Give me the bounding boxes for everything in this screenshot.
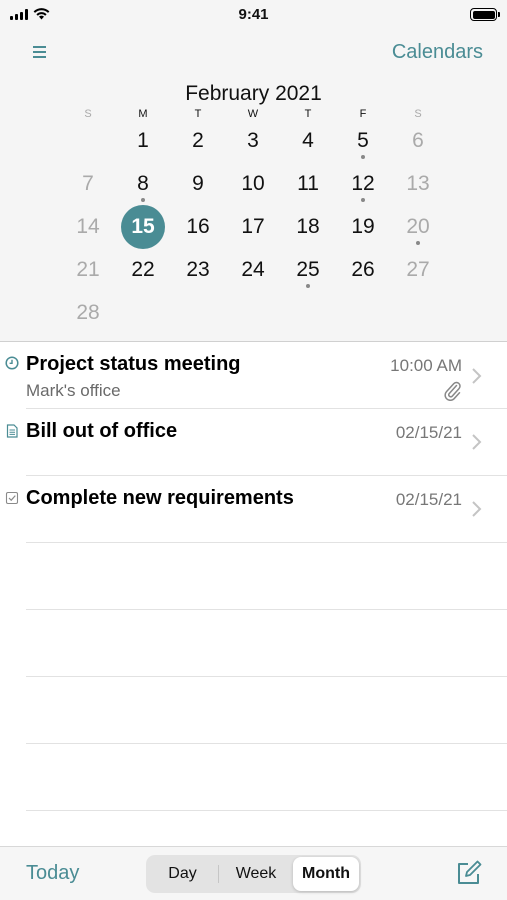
battery-icon	[470, 8, 500, 21]
day-cell[interactable]: 17	[231, 205, 275, 249]
row-divider	[26, 743, 507, 744]
row-divider	[26, 475, 507, 476]
event-indicator-dot	[141, 198, 145, 202]
event-indicator-dot	[306, 284, 310, 288]
day-cell[interactable]: 16	[176, 205, 220, 249]
weekday-label: S	[84, 108, 92, 120]
clock-icon	[5, 356, 19, 370]
event-row[interactable]: Complete new requirements 02/15/21	[0, 477, 507, 544]
event-time: 02/15/21	[395, 423, 462, 442]
day-cell[interactable]: 6	[396, 119, 440, 163]
note-icon	[6, 424, 18, 438]
row-divider	[26, 408, 507, 409]
selected-day-cell[interactable]: 15	[121, 205, 165, 249]
day-cell[interactable]: 11	[286, 162, 330, 206]
chevron-right-icon	[472, 501, 482, 517]
bottom-toolbar: Today Day Week Month	[0, 846, 507, 900]
event-indicator-dot	[361, 155, 365, 159]
calendars-button[interactable]: Calendars	[392, 41, 483, 64]
day-cell[interactable]: 1	[121, 119, 165, 163]
event-row[interactable]: Project status meeting Mark's office 10:…	[0, 343, 507, 410]
segment-month[interactable]: Month	[293, 857, 359, 891]
calendar-header: 9:41 Calendars February 2021 SMTWTFS 123…	[0, 0, 507, 342]
day-cell[interactable]: 9	[176, 162, 220, 206]
day-cell[interactable]: 14	[66, 205, 110, 249]
event-indicator-dot	[361, 198, 365, 202]
day-cell[interactable]: 21	[66, 248, 110, 292]
month-title: February 2021	[185, 82, 322, 105]
event-row[interactable]: Bill out of office 02/15/21	[0, 410, 507, 477]
day-cell[interactable]: 24	[231, 248, 275, 292]
day-cell[interactable]: 22	[121, 248, 165, 292]
compose-icon[interactable]	[455, 859, 483, 887]
day-cell[interactable]: 18	[286, 205, 330, 249]
checkbox-icon	[5, 491, 19, 505]
day-cell[interactable]: 3	[231, 119, 275, 163]
day-cell[interactable]: 23	[176, 248, 220, 292]
row-divider	[26, 609, 507, 610]
day-cell[interactable]: 10	[231, 162, 275, 206]
row-divider	[26, 810, 507, 811]
day-cell[interactable]: 2	[176, 119, 220, 163]
row-divider	[26, 676, 507, 677]
status-time: 9:41	[238, 6, 269, 23]
day-cell[interactable]: 7	[66, 162, 110, 206]
event-title: Project status meeting	[26, 353, 241, 375]
day-cell[interactable]: 28	[66, 291, 110, 335]
segment-day[interactable]: Day	[148, 857, 217, 891]
segment-week[interactable]: Week	[219, 857, 293, 891]
event-time: 10:00 AM	[390, 356, 462, 375]
paperclip-icon	[444, 381, 461, 401]
today-button[interactable]: Today	[26, 862, 79, 885]
event-indicator-dot	[416, 241, 420, 245]
day-cell[interactable]: 26	[341, 248, 385, 292]
chevron-right-icon	[472, 434, 482, 450]
day-cell[interactable]: 13	[396, 162, 440, 206]
event-time: 02/15/21	[395, 490, 462, 509]
day-cell[interactable]: 27	[396, 248, 440, 292]
event-title: Complete new requirements	[26, 487, 294, 509]
view-mode-segmented-control: Day Week Month	[146, 855, 361, 893]
day-cell[interactable]: 4	[286, 119, 330, 163]
event-title: Bill out of office	[26, 420, 178, 442]
status-bar: 9:41	[0, 0, 507, 30]
menu-icon[interactable]	[33, 46, 47, 58]
row-divider	[26, 542, 507, 543]
event-location: Mark's office	[26, 381, 121, 400]
day-cell[interactable]: 19	[341, 205, 385, 249]
chevron-right-icon	[472, 368, 482, 384]
